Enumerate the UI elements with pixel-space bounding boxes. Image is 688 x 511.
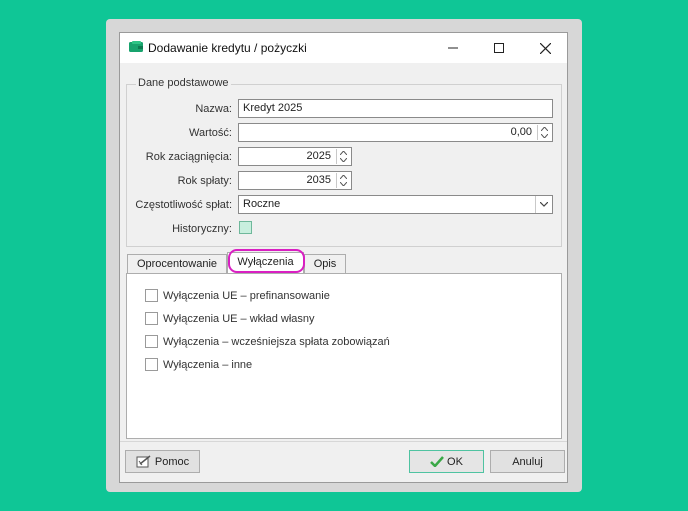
czest-value: Roczne xyxy=(243,198,281,210)
tab-wylaczenia[interactable]: Wyłączenia xyxy=(227,252,304,273)
list-item[interactable]: Wyłączenia UE – wkład własny xyxy=(145,312,315,325)
exclusion-label: Wyłączenia UE – wkład własny xyxy=(163,312,315,325)
exclusion-label: Wyłączenia – inne xyxy=(163,358,253,371)
screenshot-frame: Dodawanie kredytu / pożyczki Dane podsta… xyxy=(106,19,582,492)
title-bar: Dodawanie kredytu / pożyczki xyxy=(120,33,567,63)
rok-spl-input[interactable]: 2035 xyxy=(238,171,352,190)
spin-up-icon xyxy=(340,150,347,155)
historyczny-checkbox[interactable] xyxy=(239,221,252,234)
list-item[interactable]: Wyłączenia UE – prefinansowanie xyxy=(145,289,330,302)
help-button[interactable]: Pomoc xyxy=(125,450,200,473)
rok-spl-value: 2035 xyxy=(306,174,331,186)
spin-up-icon xyxy=(541,126,548,131)
window-title: Dodawanie kredytu / pożyczki xyxy=(148,41,307,55)
wartosc-input[interactable]: 0,00 xyxy=(238,123,553,142)
rok-spl-label: Rok spłaty: xyxy=(177,175,232,187)
hist-label: Historyczny: xyxy=(172,223,232,235)
help-icon xyxy=(136,454,151,467)
spin-down-icon xyxy=(340,158,347,163)
rok-zac-input[interactable]: 2025 xyxy=(238,147,352,166)
list-item[interactable]: Wyłączenia – wcześniejsza spłata zobowią… xyxy=(145,335,390,348)
exclusion-label: Wyłączenia – wcześniejsza spłata zobowią… xyxy=(163,335,390,348)
group-legend: Dane podstawowe xyxy=(136,77,231,89)
wallet-icon xyxy=(129,41,143,52)
czest-select[interactable]: Roczne xyxy=(238,195,553,214)
rok-zac-label: Rok zaciągnięcia: xyxy=(145,151,232,163)
exclusion-checkbox[interactable] xyxy=(145,358,158,371)
close-button[interactable] xyxy=(522,33,568,63)
rok-zac-spinner[interactable] xyxy=(336,149,350,164)
nazwa-label: Nazwa: xyxy=(195,103,232,115)
exclusion-checkbox[interactable] xyxy=(145,289,158,302)
tab-opis[interactable]: Opis xyxy=(304,254,346,273)
czest-label: Częstotliwość spłat: xyxy=(135,199,232,211)
rok-zac-value: 2025 xyxy=(306,150,331,162)
ok-button[interactable]: OK xyxy=(409,450,484,473)
spin-up-icon xyxy=(340,174,347,179)
czest-dropdown-button[interactable] xyxy=(535,196,552,213)
tab-panel: Wyłączenia UE – prefinansowanie Wyłączen… xyxy=(126,273,562,439)
ok-label: OK xyxy=(447,455,463,468)
cancel-label: Anuluj xyxy=(512,455,543,468)
maximize-button[interactable] xyxy=(476,33,522,63)
close-icon xyxy=(539,42,551,54)
exclusion-label: Wyłączenia UE – prefinansowanie xyxy=(163,289,330,302)
list-item[interactable]: Wyłączenia – inne xyxy=(145,358,252,371)
exclusion-checkbox[interactable] xyxy=(145,335,158,348)
exclusion-checkbox[interactable] xyxy=(145,312,158,325)
tab-oprocentowanie[interactable]: Oprocentowanie xyxy=(127,254,227,273)
check-icon xyxy=(430,456,444,467)
chevron-down-icon xyxy=(540,202,548,207)
spin-down-icon xyxy=(340,182,347,187)
minimize-button[interactable] xyxy=(430,33,476,63)
cancel-button[interactable]: Anuluj xyxy=(490,450,565,473)
minimize-icon xyxy=(448,47,458,49)
wartosc-label: Wartość: xyxy=(189,127,232,139)
wartosc-spinner[interactable] xyxy=(537,125,551,140)
spin-down-icon xyxy=(541,134,548,139)
rok-spl-spinner[interactable] xyxy=(336,173,350,188)
nazwa-input[interactable]: Kredyt 2025 xyxy=(238,99,553,118)
help-label: Pomoc xyxy=(154,455,190,468)
footer-divider xyxy=(120,441,567,442)
wartosc-value: 0,00 xyxy=(510,126,532,138)
dialog-window: Dodawanie kredytu / pożyczki Dane podsta… xyxy=(119,32,568,483)
maximize-icon xyxy=(494,43,504,53)
